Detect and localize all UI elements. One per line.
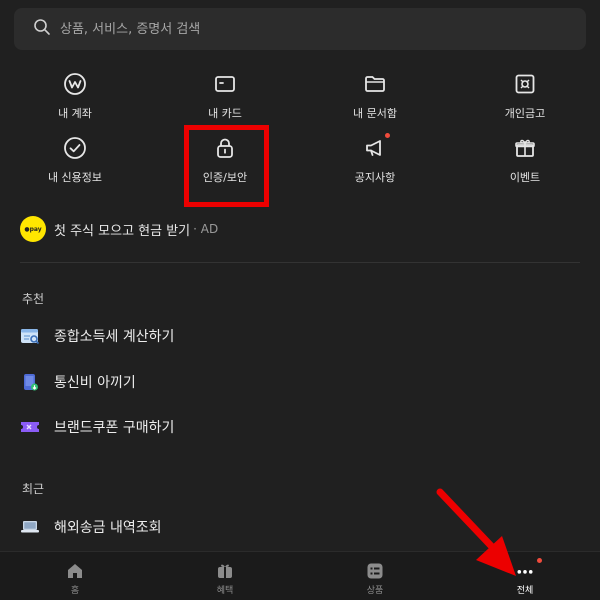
- section-title-recommended: 추천: [22, 292, 45, 306]
- folder-icon: [363, 72, 387, 96]
- gift-icon: [513, 136, 537, 160]
- tab-label: 혜택: [216, 586, 234, 596]
- grid-item-label: 개인금고: [504, 107, 546, 120]
- coupon-icon: [20, 417, 40, 437]
- list-item-remittance-history[interactable]: 해외송금 내역조회: [20, 515, 162, 539]
- list-item-label: 브랜드쿠폰 구매하기: [54, 420, 175, 436]
- ad-banner[interactable]: ●pay 첫 주식 모으고 현금 받기 · AD: [20, 216, 218, 242]
- grid-item-my-documents[interactable]: 내 문서함: [300, 72, 450, 121]
- divider: [20, 262, 580, 263]
- account-icon: [63, 72, 87, 96]
- grid-item-label: 이벤트: [509, 171, 541, 184]
- grid-item-label: 내 문서함: [353, 107, 397, 120]
- section-title-recent: 최근: [22, 482, 45, 496]
- list-item-brand-coupon[interactable]: 브랜드쿠폰 구매하기: [20, 415, 174, 439]
- grid-item-label: 내 신용정보: [47, 171, 103, 184]
- tab-label: 상품: [366, 586, 384, 596]
- grid-item-my-credit[interactable]: 내 신용정보: [0, 136, 150, 185]
- benefit-icon: [216, 562, 234, 580]
- ad-text: 첫 주식 모으고 현금 받기: [54, 223, 191, 239]
- phone-bill-icon: [20, 372, 40, 392]
- tab-benefits[interactable]: 혜택: [150, 552, 300, 600]
- list-item-tax-calc[interactable]: 종합소득세 계산하기: [20, 324, 174, 348]
- home-icon: [66, 562, 84, 580]
- grid-item-label: 공지사항: [354, 171, 396, 184]
- laptop-icon: [20, 517, 40, 537]
- grid-item-label: 내 계좌: [58, 107, 92, 120]
- tab-label: 홈: [70, 586, 80, 596]
- grid-item-notices[interactable]: 공지사항: [300, 133, 450, 185]
- list-item-label: 종합소득세 계산하기: [54, 329, 175, 345]
- bottom-tab-bar: 홈 혜택 상품 전체: [0, 551, 600, 600]
- card-icon: [213, 72, 237, 96]
- grid-item-personal-safe[interactable]: 개인금고: [450, 72, 600, 121]
- search-input[interactable]: [60, 8, 560, 50]
- products-icon: [366, 562, 384, 580]
- tab-products[interactable]: 상품: [300, 552, 450, 600]
- list-item-label: 해외송금 내역조회: [54, 520, 162, 536]
- megaphone-icon: [363, 133, 390, 160]
- tab-label: 전체: [516, 586, 534, 596]
- tab-all[interactable]: 전체: [450, 552, 600, 600]
- grid-item-auth-security[interactable]: 인증/보안: [150, 136, 300, 185]
- notification-dot: [537, 558, 542, 563]
- grid-item-my-card[interactable]: 내 카드: [150, 72, 300, 121]
- grid-item-label: 인증/보안: [202, 171, 248, 184]
- search-icon: [33, 18, 51, 40]
- pay-badge-icon: ●pay: [20, 216, 46, 242]
- tab-home[interactable]: 홈: [0, 552, 150, 600]
- list-item-phone-bill[interactable]: 통신비 아끼기: [20, 370, 136, 394]
- tax-calculator-icon: [20, 326, 40, 346]
- safe-icon: [513, 72, 537, 96]
- ad-suffix: · AD: [193, 222, 219, 236]
- check-circle-icon: [63, 136, 87, 160]
- more-dots-icon: [516, 558, 542, 580]
- grid-item-label: 내 카드: [208, 107, 242, 120]
- list-item-label: 통신비 아끼기: [54, 375, 136, 391]
- grid-item-my-account[interactable]: 내 계좌: [0, 72, 150, 121]
- lock-icon: [213, 136, 237, 160]
- search-bar[interactable]: [14, 8, 586, 50]
- grid-item-events[interactable]: 이벤트: [450, 136, 600, 185]
- notification-dot: [385, 133, 390, 138]
